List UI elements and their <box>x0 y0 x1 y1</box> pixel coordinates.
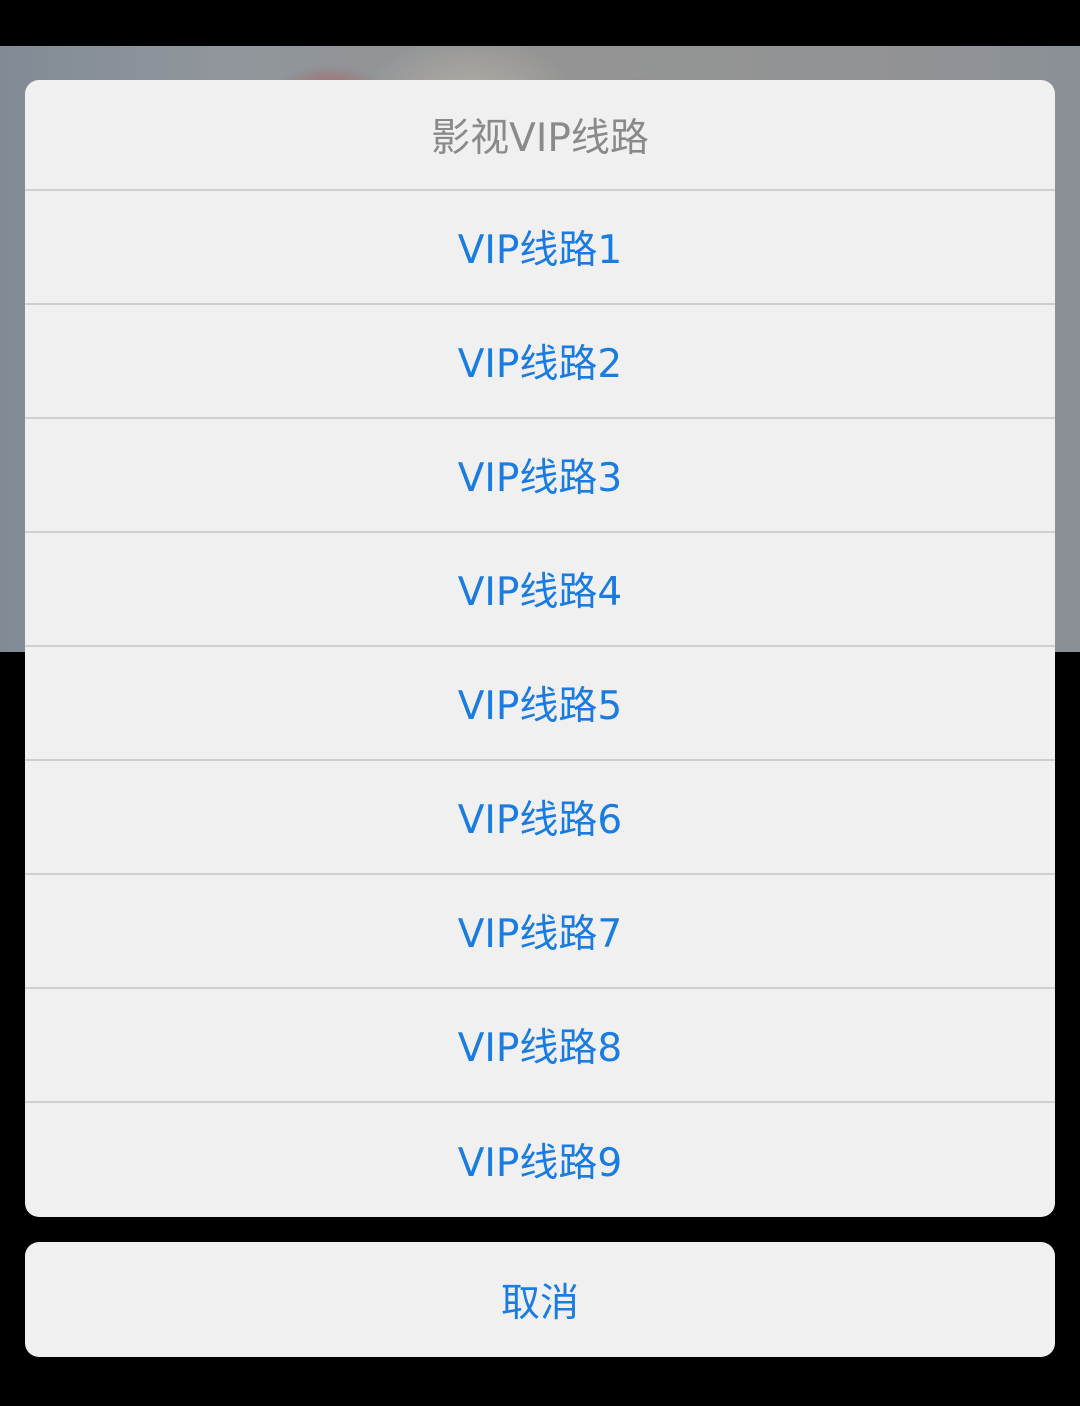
action-sheet-title: 影视VIP线路 <box>25 80 1055 191</box>
vip-line-option-9[interactable]: VIP线路9 <box>25 1103 1055 1217</box>
vip-line-option-1[interactable]: VIP线路1 <box>25 191 1055 305</box>
vip-line-option-7[interactable]: VIP线路7 <box>25 875 1055 989</box>
vip-line-option-6[interactable]: VIP线路6 <box>25 761 1055 875</box>
vip-line-option-3[interactable]: VIP线路3 <box>25 419 1055 533</box>
vip-line-option-8[interactable]: VIP线路8 <box>25 989 1055 1103</box>
vip-line-option-4[interactable]: VIP线路4 <box>25 533 1055 647</box>
vip-line-option-5[interactable]: VIP线路5 <box>25 647 1055 761</box>
vip-line-option-2[interactable]: VIP线路2 <box>25 305 1055 419</box>
cancel-button[interactable]: 取消 <box>25 1242 1055 1357</box>
action-sheet: 影视VIP线路 VIP线路1 VIP线路2 VIP线路3 VIP线路4 VIP线… <box>25 80 1055 1217</box>
